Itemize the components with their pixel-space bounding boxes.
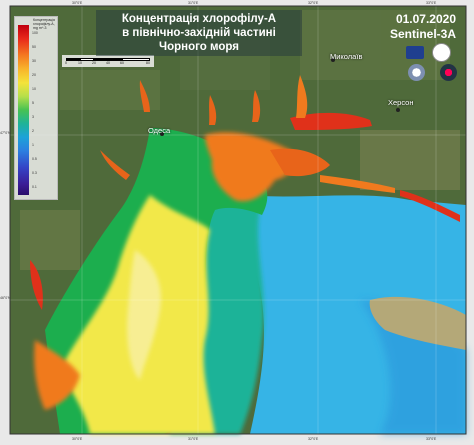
legend-tick: 0.3: [32, 171, 37, 175]
scale-label: 80: [146, 61, 150, 65]
legend-tick: 0.5: [32, 157, 37, 161]
coord-top: 32°0'E: [308, 1, 319, 5]
map-date: 01.07.2020: [395, 12, 456, 26]
eu-flag-logo: [406, 46, 424, 59]
legend-title: Концентрація хлорофілу-А, mg m^-3: [33, 18, 55, 30]
coord-top: 31°0'E: [188, 1, 199, 5]
legend-tick: 100: [32, 31, 38, 35]
legend-tick: 0.1: [32, 185, 37, 189]
legend-tick: 2: [32, 129, 34, 133]
title-line-2: в північно-західній частині Чорного моря: [122, 27, 276, 53]
scale-label: 40: [106, 61, 110, 65]
legend-tick: 10: [32, 87, 36, 91]
kherson-marker: [396, 108, 400, 112]
coord-top: 30°0'E: [72, 1, 83, 5]
coord-bottom: 30°0'E: [72, 437, 83, 441]
coord-left: 46°0'N: [0, 296, 11, 300]
mykolaiv-label: Миколаїв: [330, 52, 363, 61]
scale-label: 20: [92, 61, 96, 65]
legend-tick: 5: [32, 101, 34, 105]
legend-tick: 20: [32, 73, 36, 77]
legend-tick: 30: [32, 59, 36, 63]
coord-left: 47°0'N: [0, 131, 11, 135]
satellite-name: Sentinel-3A: [389, 27, 456, 41]
ui-logo: [440, 64, 457, 81]
kherson-label: Херсон: [388, 98, 414, 107]
map-frame: Концентрація хлорофілу-А, mg m^-3 100 50…: [0, 0, 474, 445]
date-block: 01.07.2020 Sentinel-3A: [390, 12, 456, 42]
scale-label: 10: [78, 61, 82, 65]
title-line-1: Концентрація хлорофілу-А: [121, 13, 277, 25]
coord-bottom: 31°0'E: [188, 437, 199, 441]
color-legend: Концентрація хлорофілу-А, mg m^-3 100 50…: [14, 16, 58, 200]
agency-logo: [432, 43, 451, 62]
map-title: Концентрація хлорофілу-А в північно-захі…: [96, 10, 302, 56]
coord-top: 33°0'E: [426, 1, 437, 5]
legend-tick: 1: [32, 143, 34, 147]
scale-bar: 0 10 20 40 60 80: [62, 55, 154, 67]
legend-tick: 50: [32, 45, 36, 49]
copernicus-logo: [408, 64, 425, 81]
legend-tick: 3: [32, 115, 34, 119]
legend-color-bar: [18, 25, 29, 195]
coord-bottom: 32°0'E: [308, 437, 319, 441]
coord-bottom: 33°0'E: [426, 437, 437, 441]
odesa-label: Одеса: [148, 126, 171, 135]
scale-label: 0: [65, 61, 67, 65]
scale-label: 60: [120, 61, 124, 65]
